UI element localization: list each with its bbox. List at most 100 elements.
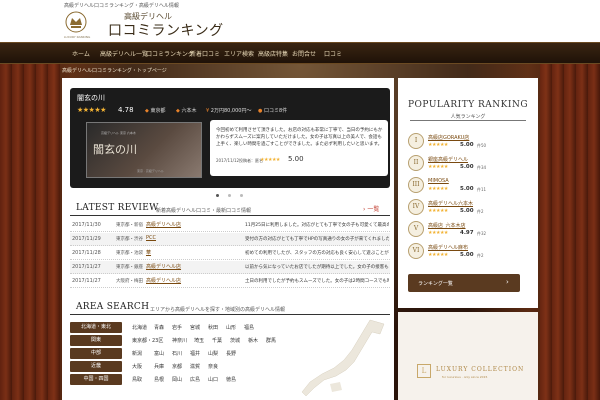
area-link[interactable]: 秋田 [208,324,218,331]
area-link[interactable]: 北海道 [132,324,147,331]
rank-stars: ★★★★★ [428,164,448,170]
area-link[interactable]: 石川 [172,350,182,357]
area-link[interactable]: 神奈川 [172,337,187,344]
nav-item-home[interactable]: ホーム [72,49,90,58]
rank-stars: ★★★★★ [428,230,448,236]
nav-item-list[interactable]: 高級デリヘル一覧 [100,49,148,58]
area-link[interactable]: 栃木 [248,337,258,344]
area-link[interactable]: 東京都・23区 [132,337,163,344]
review-shop-link[interactable]: 高級デリヘル店 [146,221,181,228]
area-link[interactable]: 新潟 [132,350,142,357]
luxury-logo-icon: L [417,364,431,378]
rank-score: 4.97 [460,230,474,236]
region-button[interactable]: 中部 [70,348,122,359]
rank-badge-icon: V [408,221,424,237]
review-excerpt: 土日の利用でしたが予約もスムーズでした。女の子は2時間コースでも時間を忘れるほど… [245,279,389,284]
area-link[interactable]: 富山 [154,350,164,357]
review-shop-link[interactable]: 華 [146,249,151,256]
nav-item-area[interactable]: エリア検索 [224,49,254,58]
region-button[interactable]: 関東 [70,335,122,346]
rank-shop-link[interactable]: 高級デリヘル六本木 [428,200,473,207]
review-row[interactable]: 2017/11/27 東京都・銀座 高級デリヘル店 以前から気になっていたお店で… [70,261,390,274]
japan-map-icon [301,319,385,397]
logo-english: LUXURY RANKING [64,35,91,39]
area-link[interactable]: 島根 [154,376,164,383]
area-link[interactable]: 宮城 [190,324,200,331]
nav-item-feature[interactable]: 高級店特集 [258,49,288,58]
region-button[interactable]: 近畿 [70,361,122,372]
area-link[interactable]: 奈良 [208,363,218,370]
area-link[interactable]: 京都 [172,363,182,370]
review-date: 2017/11/30 [72,222,101,228]
area-link[interactable]: 千葉 [212,337,222,344]
featured-score: 4.78 [118,106,134,114]
review-shop-link[interactable]: 高級デリヘル店 [146,263,181,270]
rank-stars: ★★★★★ [428,208,448,214]
luxury-banner-subtitle: for luxurious · only since 2015 [442,375,488,379]
area-link[interactable]: 大阪 [132,363,142,370]
review-shop-link[interactable]: PCC [146,235,156,241]
nav-item-latest[interactable]: 新着口コミ [190,49,220,58]
area-link[interactable]: 岩手 [172,324,182,331]
nav-item-contact[interactable]: お問合せ [292,49,316,58]
area-link[interactable]: 青森 [154,324,164,331]
area-link[interactable]: 兵庫 [154,363,164,370]
area-link[interactable]: 鳥取 [132,376,142,383]
review-row[interactable]: 2017/11/27 大阪府・梅田 高級デリヘル店 土日の利用でしたが予約もスム… [70,275,390,288]
review-row[interactable]: 2017/11/30 東京都・新宿 高級デリヘル店 11月25日に利用しました。… [70,219,390,232]
ranking-list-button[interactable]: ランキング一覧 › [408,274,520,292]
area-link[interactable]: 群馬 [266,337,276,344]
area-link[interactable]: 福井 [190,350,200,357]
featured-shop-image[interactable]: 高級デリヘル 東京 六本木 闇玄の川 東京 · 高級デリヘル [86,122,202,178]
rank-shop-link[interactable]: 高級店_六本木店 [428,222,466,229]
site-logo[interactable]: 高級デリヘル 口コミランキング LUXURY RANKING [64,10,223,40]
area-link[interactable]: 福島 [244,324,254,331]
review-row[interactable]: 2017/11/28 東京都・池袋 華 初めての利用でしたが、スタッフの方の対応… [70,247,390,260]
rank-stars: ★★★★★ [428,252,448,258]
area-link[interactable]: 徳島 [226,376,236,383]
area-link[interactable]: 滋賀 [190,363,200,370]
site-tagline: 高級デリヘル口コミランキング・高級デリヘル情報 [64,3,179,9]
area-link[interactable]: 埼玉 [194,337,204,344]
review-date: 2017/11/28 [72,250,101,256]
area-link[interactable]: 長野 [226,350,236,357]
latest-more-text: 一覧 [367,206,380,213]
sidebar-banner-panel[interactable] [398,312,538,400]
area-link[interactable]: 山形 [226,324,236,331]
rank-review-count: 件2 [477,253,484,258]
section-divider [70,314,390,315]
carousel-dot[interactable] [240,194,243,197]
rank-stars: ★★★★★ [428,142,448,148]
featured-shop-name[interactable]: 闇玄の川 [77,93,105,103]
review-area: 東京都・新宿 [116,223,143,228]
section-divider [70,215,390,216]
area-link[interactable]: 山口 [208,376,218,383]
review-area: 大阪府・梅田 [116,279,143,284]
area-link[interactable]: 広島 [190,376,200,383]
meta-review-count-text: 口コミ8件 [263,108,288,114]
area-link[interactable]: 山梨 [208,350,218,357]
rank-shop-link[interactable]: 高級店GORAKU店 [428,134,469,141]
rank-shop-link[interactable]: 銀座高級デリヘル [428,156,468,163]
ranking-divider [410,120,526,121]
featured-review-stars: ★★★★★ [260,157,280,163]
ranking-subtitle: 人気ランキング [450,114,486,120]
area-link[interactable]: 茨城 [230,337,240,344]
curtain-right [540,64,600,400]
region-button[interactable]: 中国・四国 [70,374,122,385]
review-shop-link[interactable]: 高級デリヘル店 [146,277,181,284]
latest-review-title: LATEST REVIEW [76,203,159,213]
carousel-dot[interactable] [228,194,231,197]
rank-shop-link[interactable]: MIMOSA [428,178,449,184]
nav-item-review[interactable]: 口コミ [324,49,342,58]
nav-item-ranking[interactable]: 口コミランキング [146,49,194,58]
region-button[interactable]: 北海道・東北 [70,322,122,333]
rank-shop-link[interactable]: 高級デリヘル麻布 [428,244,468,251]
review-excerpt: 受付の方の対応がとても丁寧でHPの写真通りの女の子が来てくれました。会話も楽しく… [245,237,389,242]
main-nav: ホーム 高級デリヘル一覧 口コミランキング 新着口コミ エリア検索 高級店特集 … [0,42,600,64]
crown-emblem-icon [65,11,87,33]
latest-review-more-link[interactable]: › 一覧 [363,204,379,213]
area-link[interactable]: 岡山 [172,376,182,383]
carousel-dot[interactable] [216,194,219,197]
review-row[interactable]: 2017/11/29 東京都・渋谷 PCC 受付の方の対応がとても丁寧でHPの写… [70,233,390,246]
